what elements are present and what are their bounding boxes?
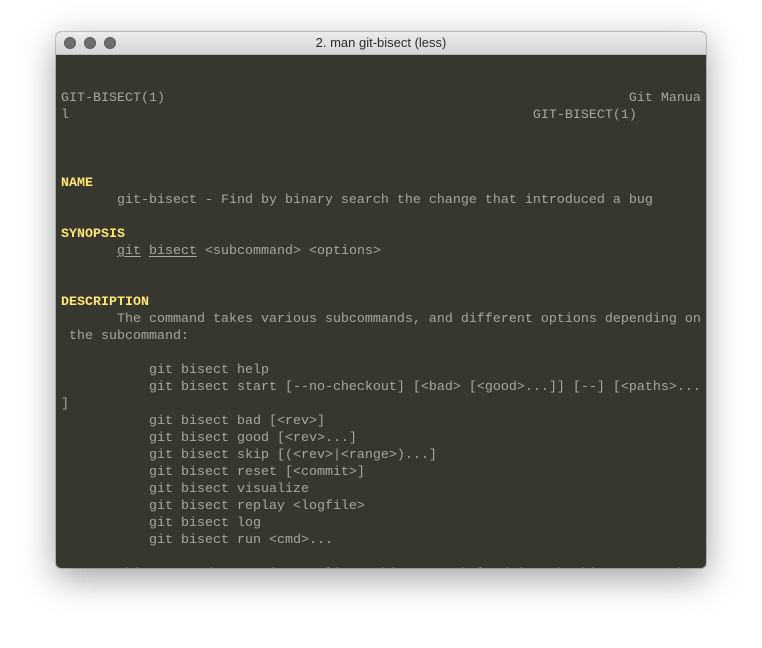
terminal-window: 2. man git-bisect (less) GIT-BISECT(1) G…	[56, 32, 706, 568]
line-text	[285, 567, 293, 568]
line-text: git bisect bad [<rev>]	[61, 414, 325, 429]
line-text: git bisect log	[61, 516, 261, 531]
terminal-line: git bisect run <cmd>...	[61, 532, 701, 549]
line-text: git bisect visualize	[61, 482, 309, 497]
line-text: git bisect skip [(<rev>|<range>)...]	[61, 448, 437, 463]
line-text: GIT-BISECT(1) Git Manua	[61, 91, 701, 106]
terminal-line: NAME	[61, 175, 701, 192]
terminal-line: l GIT-BISECT(1)	[61, 107, 701, 124]
line-text: <subcommand> <options>	[197, 244, 381, 259]
line-text: to help drive the binary search p	[429, 567, 701, 568]
line-text: the subcommand:	[61, 329, 189, 344]
terminal-line: the subcommand:	[61, 328, 701, 345]
terminal-line: git bisect reset [<commit>]	[61, 464, 701, 481]
line-text: git bisect replay <logfile>	[61, 499, 365, 514]
line-text	[61, 244, 117, 259]
line-text	[141, 244, 149, 259]
underlined-term: bisect	[149, 244, 197, 259]
underlined-term: git	[117, 244, 141, 259]
terminal-line: This command uses git rev-list --bisect …	[61, 566, 701, 568]
line-text: l GIT-BISECT(1)	[61, 108, 637, 123]
terminal-line: git bisect log	[61, 515, 701, 532]
section-heading: DESCRIPTION	[61, 295, 149, 310]
window-title: 2. man git-bisect (less)	[315, 35, 447, 50]
terminal-line: The command takes various subcommands, a…	[61, 311, 701, 328]
line-text: This command uses	[61, 567, 261, 568]
terminal-line: DESCRIPTION	[61, 294, 701, 311]
title-bar: 2. man git-bisect (less)	[56, 32, 706, 55]
line-text: git bisect help	[61, 363, 269, 378]
line-text: git bisect start [--no-checkout] [<bad> …	[61, 380, 701, 395]
terminal-line: git bisect start [--no-checkout] [<bad> …	[61, 379, 701, 396]
terminal-line: git-bisect - Find by binary search the c…	[61, 192, 701, 209]
terminal-line: GIT-BISECT(1) Git Manua	[61, 90, 701, 107]
line-text: git-bisect - Find by binary search the c…	[61, 193, 653, 208]
line-text: ]	[61, 397, 69, 412]
underlined-term: git	[261, 567, 285, 568]
line-text: The command takes various subcommands, a…	[61, 312, 701, 327]
terminal-line: git bisect good [<rev>...]	[61, 430, 701, 447]
terminal-line: git bisect replay <logfile>	[61, 498, 701, 515]
line-text: git bisect good [<rev>...]	[61, 431, 357, 446]
terminal-line: git bisect visualize	[61, 481, 701, 498]
terminal-line: git bisect <subcommand> <options>	[61, 243, 701, 260]
terminal-line: git bisect skip [(<rev>|<range>)...]	[61, 447, 701, 464]
line-text: git bisect run <cmd>...	[61, 533, 333, 548]
terminal-line: git bisect help	[61, 362, 701, 379]
terminal-content[interactable]: GIT-BISECT(1) Git Manua l GIT-BISECT(1) NA…	[61, 56, 701, 568]
underlined-term: --bisect	[365, 567, 429, 568]
section-heading: NAME	[61, 176, 93, 191]
terminal-line: SYNOPSIS	[61, 226, 701, 243]
underlined-term: rev-list	[293, 567, 357, 568]
terminal-line: ]	[61, 396, 701, 413]
terminal-line: git bisect bad [<rev>]	[61, 413, 701, 430]
line-text: git bisect reset [<commit>]	[61, 465, 365, 480]
line-text	[357, 567, 365, 568]
section-heading: SYNOPSIS	[61, 227, 125, 242]
